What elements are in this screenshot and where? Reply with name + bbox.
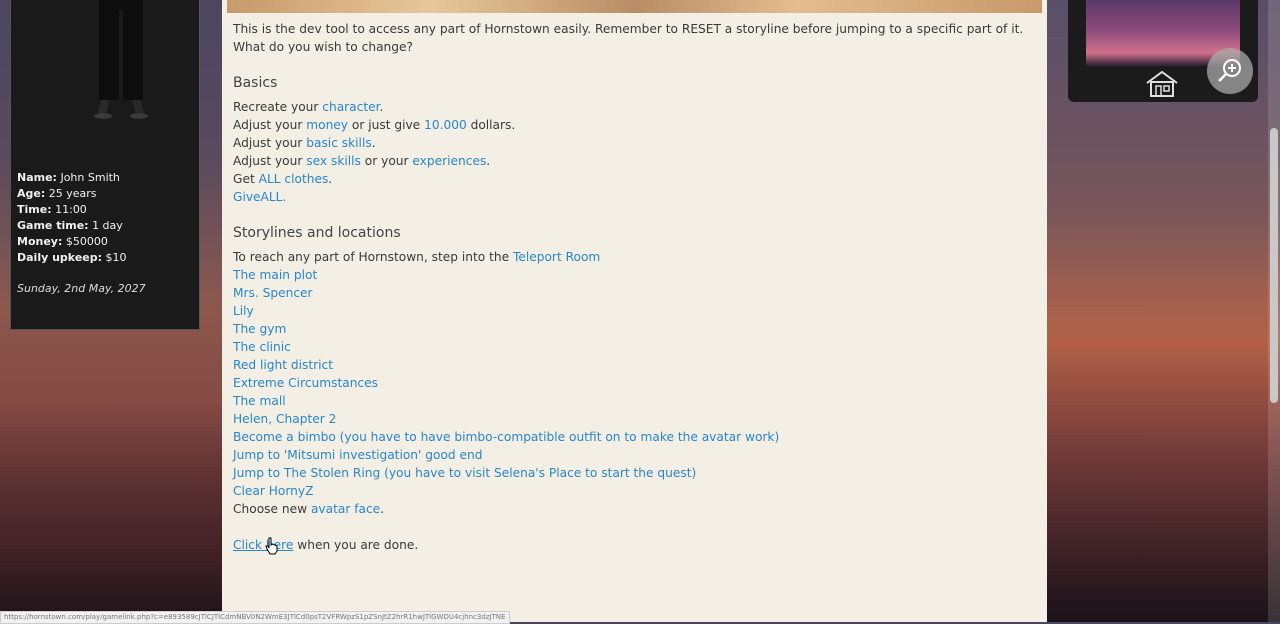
money-link[interactable]: money bbox=[306, 118, 348, 132]
story-link-red-light[interactable]: Red light district bbox=[233, 356, 333, 374]
page-scrollbar[interactable] bbox=[1268, 0, 1280, 622]
all-clothes-link[interactable]: ALL clothes bbox=[259, 172, 329, 186]
basic-skills-link[interactable]: basic skills bbox=[306, 136, 371, 150]
done-line: Click here when you are done. bbox=[233, 538, 419, 552]
avatar-face-link[interactable]: avatar face bbox=[311, 502, 380, 516]
character-stats-panel: Name: John Smith Age: 25 years Time: 11:… bbox=[10, 0, 200, 330]
story-link-gym[interactable]: The gym bbox=[233, 320, 286, 338]
game-date: Sunday, 2nd May, 2027 bbox=[17, 282, 146, 295]
storylines-heading: Storylines and locations bbox=[233, 225, 401, 241]
hand-cursor-icon bbox=[265, 537, 278, 555]
experiences-link[interactable]: experiences bbox=[412, 154, 486, 168]
stat-money: Money: $50000 bbox=[17, 235, 108, 248]
basics-line-clothes: Get ALL clothes. bbox=[233, 172, 333, 186]
avatar bbox=[94, 0, 148, 119]
story-link-clinic[interactable]: The clinic bbox=[233, 338, 291, 356]
teleport-line: To reach any part of Hornstown, step int… bbox=[233, 250, 601, 264]
stat-age: Age: 25 years bbox=[17, 187, 97, 200]
avatar-face-line: Choose new avatar face. bbox=[233, 502, 385, 516]
story-link-lily[interactable]: Lily bbox=[233, 302, 254, 320]
character-link[interactable]: character bbox=[322, 100, 379, 114]
stat-game-time: Game time: 1 day bbox=[17, 219, 123, 232]
story-link-mitsumi[interactable]: Jump to 'Mitsumi investigation' good end bbox=[233, 446, 482, 464]
basics-heading: Basics bbox=[233, 75, 278, 91]
giveall-link[interactable]: GiveALL. bbox=[233, 190, 286, 204]
story-link-extreme[interactable]: Extreme Circumstances bbox=[233, 374, 378, 392]
click-here-link[interactable]: Click here bbox=[233, 538, 293, 552]
basics-line-giveall: GiveALL. bbox=[233, 188, 286, 206]
zoom-in-icon bbox=[1218, 59, 1241, 82]
story-link-clear-hornyz[interactable]: Clear HornyZ bbox=[233, 482, 313, 500]
story-link-bimbo[interactable]: Become a bimbo (you have to have bimbo-c… bbox=[233, 428, 779, 446]
zoom-button[interactable] bbox=[1207, 48, 1253, 94]
status-bar-url: https://hornstown.com/play/gamelink.php?… bbox=[0, 611, 510, 624]
sex-skills-link[interactable]: sex skills bbox=[306, 154, 361, 168]
stats-list: Name: John Smith Age: 25 years Time: 11:… bbox=[17, 170, 127, 266]
basics-line-sex-skills: Adjust your sex skills or your experienc… bbox=[233, 154, 491, 168]
basics-line-skills: Adjust your basic skills. bbox=[233, 136, 376, 150]
intro-text: This is the dev tool to access any part … bbox=[233, 22, 1024, 54]
teleport-room-link[interactable]: Teleport Room bbox=[513, 250, 600, 264]
story-link-stolen-ring[interactable]: Jump to The Stolen Ring (you have to vis… bbox=[233, 464, 696, 482]
basics-line-money: Adjust your money or just give 10.000 do… bbox=[233, 118, 516, 132]
banner-image bbox=[227, 0, 1042, 13]
story-link-mrs-spencer[interactable]: Mrs. Spencer bbox=[233, 284, 313, 302]
give-money-link[interactable]: 10.000 bbox=[424, 118, 467, 132]
home-icon[interactable] bbox=[1144, 70, 1180, 98]
basics-line-character: Recreate your character. bbox=[233, 100, 384, 114]
story-link-helen[interactable]: Helen, Chapter 2 bbox=[233, 410, 336, 428]
scrollbar-thumb[interactable] bbox=[1270, 128, 1278, 403]
stat-name: Name: John Smith bbox=[17, 171, 120, 184]
stat-time: Time: 11:00 bbox=[17, 203, 87, 216]
story-link-main-plot[interactable]: The main plot bbox=[233, 266, 317, 284]
story-link-mall[interactable]: The mall bbox=[233, 392, 286, 410]
stat-daily-upkeep: Daily upkeep: $10 bbox=[17, 251, 127, 264]
dev-tool-content: This is the dev tool to access any part … bbox=[222, 0, 1047, 622]
